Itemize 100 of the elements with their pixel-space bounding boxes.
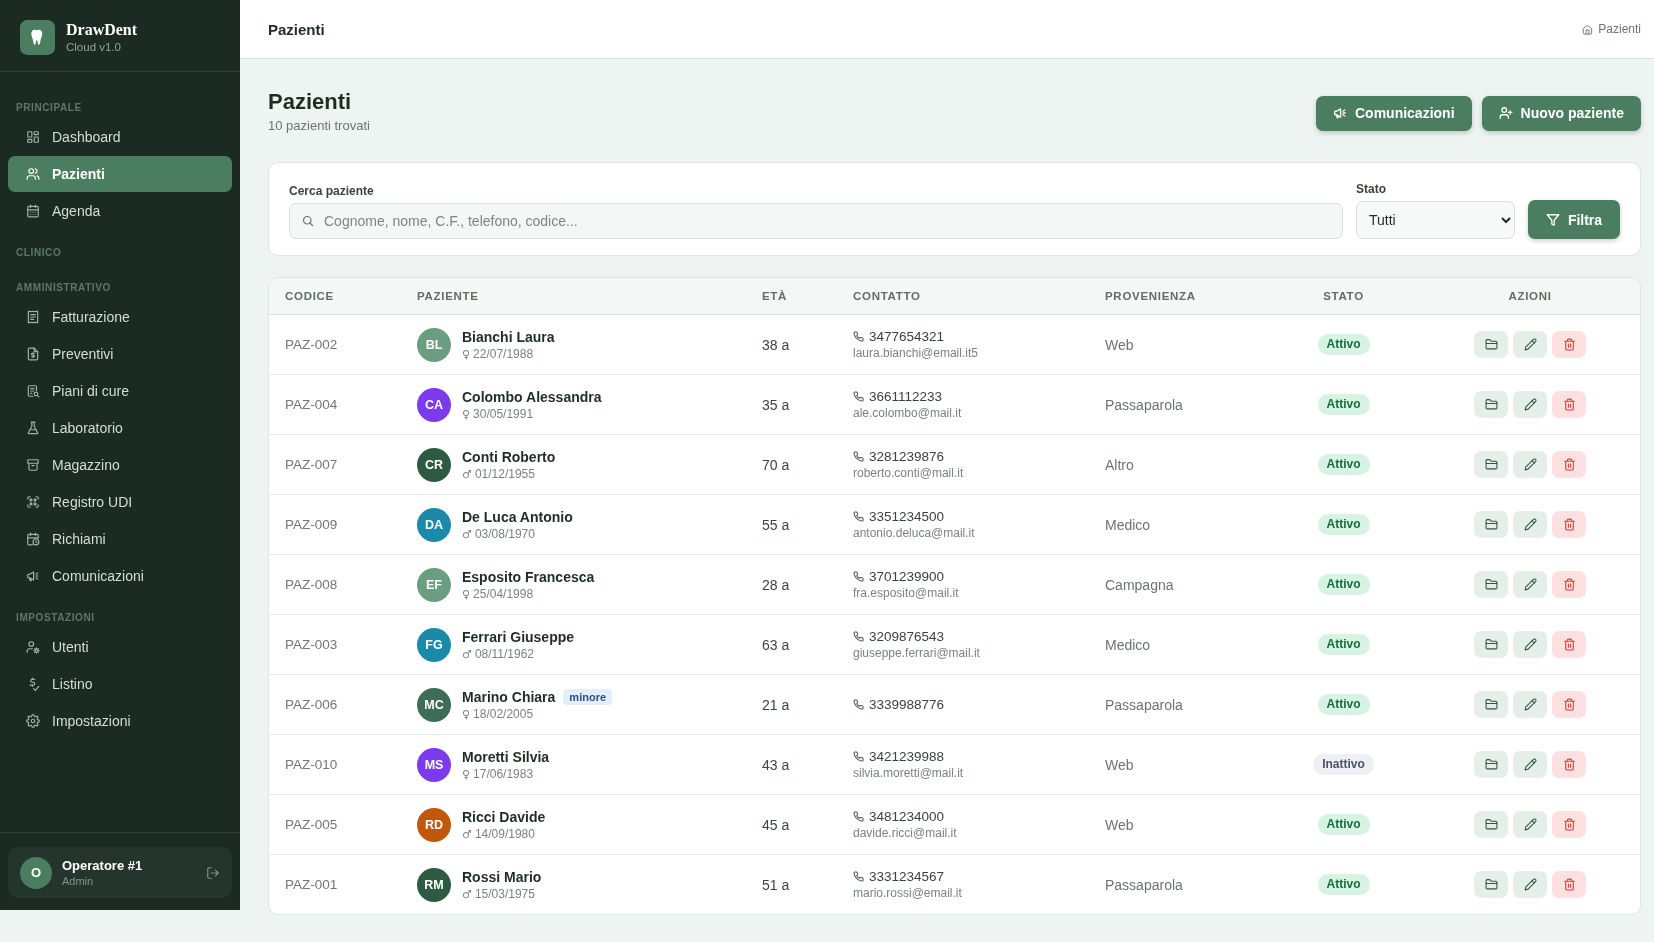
- delete-button[interactable]: [1552, 391, 1586, 418]
- sex-symbol: ♀: [462, 586, 471, 602]
- delete-button[interactable]: [1552, 631, 1586, 658]
- status-select[interactable]: Tutti: [1356, 201, 1515, 239]
- nav-item[interactable]: Comunicazioni: [8, 558, 232, 594]
- delete-button[interactable]: [1552, 811, 1586, 838]
- section-label: IMPOSTAZIONI: [15, 611, 96, 625]
- open-button[interactable]: [1474, 691, 1508, 718]
- avatar: EF: [417, 567, 451, 602]
- phone-icon: [853, 699, 864, 710]
- open-button[interactable]: [1474, 871, 1508, 898]
- report-icon: [26, 384, 40, 398]
- filter-button[interactable]: Filtra: [1528, 200, 1620, 239]
- edit-button[interactable]: [1513, 571, 1547, 598]
- delete-button[interactable]: [1552, 871, 1586, 898]
- patient-code: PAZ-004: [285, 397, 338, 412]
- pencil-icon: [1523, 398, 1537, 411]
- user-gear-icon: [26, 640, 40, 654]
- open-button[interactable]: [1474, 571, 1508, 598]
- user-plus-icon: [1498, 106, 1513, 120]
- nav-item[interactable]: Richiami: [8, 521, 232, 557]
- patient-code: PAZ-010: [285, 757, 338, 772]
- phone-number: 3339988776: [869, 696, 945, 713]
- open-button[interactable]: [1474, 631, 1508, 658]
- phone-number: 3209876543: [869, 628, 945, 645]
- patient-code: PAZ-005: [285, 817, 338, 832]
- trash-icon: [1562, 398, 1576, 411]
- edit-button[interactable]: [1513, 451, 1547, 478]
- open-button[interactable]: [1474, 811, 1508, 838]
- phone-icon: [853, 871, 864, 882]
- sex-symbol: ♀: [462, 766, 471, 782]
- breadcrumb-link[interactable]: Pazienti: [1582, 22, 1641, 36]
- sex-symbol: ♂: [462, 826, 472, 842]
- open-button[interactable]: [1474, 451, 1508, 478]
- pencil-icon: [1523, 818, 1537, 831]
- nav-item[interactable]: Impostazioni: [8, 703, 232, 739]
- edit-button[interactable]: [1513, 331, 1547, 358]
- delete-button[interactable]: [1552, 751, 1586, 778]
- phone-number: 3421239988: [869, 748, 945, 765]
- delete-button[interactable]: [1552, 451, 1586, 478]
- patient-name: Ricci Davide: [462, 807, 546, 826]
- delete-button[interactable]: [1552, 331, 1586, 358]
- phone-icon: [853, 331, 864, 342]
- source: Web: [1105, 816, 1134, 833]
- megaphone-icon: [1332, 106, 1347, 120]
- new-patient-button[interactable]: Nuovo paziente: [1481, 95, 1641, 131]
- email: davide.ricci@mail.it: [853, 825, 957, 841]
- edit-button[interactable]: [1513, 631, 1547, 658]
- edit-button[interactable]: [1513, 751, 1547, 778]
- source: Passaparola: [1105, 396, 1183, 413]
- delete-button[interactable]: [1552, 691, 1586, 718]
- edit-button[interactable]: [1513, 391, 1547, 418]
- phone-number: 3331234567: [869, 868, 945, 885]
- receipt-icon: [26, 310, 40, 324]
- nav-item[interactable]: Magazzino: [8, 447, 232, 483]
- edit-button[interactable]: [1513, 871, 1547, 898]
- edit-button[interactable]: [1513, 691, 1547, 718]
- nav-item[interactable]: Fatturazione: [8, 299, 232, 335]
- phone-icon: [853, 511, 864, 522]
- trash-icon: [1562, 518, 1576, 531]
- age: 45 a: [762, 816, 790, 833]
- avatar: MC: [417, 687, 451, 722]
- open-button[interactable]: [1474, 331, 1508, 358]
- open-button[interactable]: [1474, 751, 1508, 778]
- open-button[interactable]: [1474, 391, 1508, 418]
- search-field[interactable]: Cognome, nome, C.F., telefono, codice...: [289, 203, 1343, 239]
- age: 55 a: [762, 516, 790, 533]
- source: Medico: [1105, 636, 1151, 653]
- status-badge: Attivo: [1317, 514, 1370, 535]
- nav-item[interactable]: Listino: [8, 666, 232, 702]
- nav-item[interactable]: Pazienti: [8, 156, 232, 192]
- age: 38 a: [762, 336, 790, 353]
- folder-icon: [1484, 518, 1498, 531]
- age: 21 a: [762, 696, 790, 713]
- nav-item[interactable]: Registro UDI: [8, 484, 232, 520]
- communications-button[interactable]: Comunicazioni: [1315, 95, 1472, 131]
- logout-icon: [206, 865, 220, 880]
- nav-item[interactable]: Dashboard: [8, 119, 232, 155]
- age: 63 a: [762, 636, 790, 653]
- nav-item[interactable]: Agenda: [8, 193, 232, 229]
- open-button[interactable]: [1474, 511, 1508, 538]
- nav-item[interactable]: Piani di cure: [8, 373, 232, 409]
- email: antonio.deluca@mail.it: [853, 525, 975, 541]
- nav-item[interactable]: Laboratorio: [8, 410, 232, 446]
- source: Web: [1105, 756, 1134, 773]
- birth-date: 15/03/1975: [474, 886, 535, 902]
- delete-button[interactable]: [1552, 511, 1586, 538]
- document-icon: [26, 347, 40, 361]
- scan-icon: [26, 495, 40, 509]
- nav-item[interactable]: Utenti: [8, 629, 232, 665]
- edit-button[interactable]: [1513, 811, 1547, 838]
- birth-date: 01/12/1955: [474, 466, 535, 482]
- folder-icon: [1484, 638, 1498, 651]
- delete-button[interactable]: [1552, 571, 1586, 598]
- trash-icon: [1562, 578, 1576, 591]
- patient-code: PAZ-006: [285, 697, 338, 712]
- phone-icon: [853, 451, 864, 462]
- edit-button[interactable]: [1513, 511, 1547, 538]
- nav-item[interactable]: Preventivi: [8, 336, 232, 372]
- logout-button[interactable]: [206, 865, 220, 880]
